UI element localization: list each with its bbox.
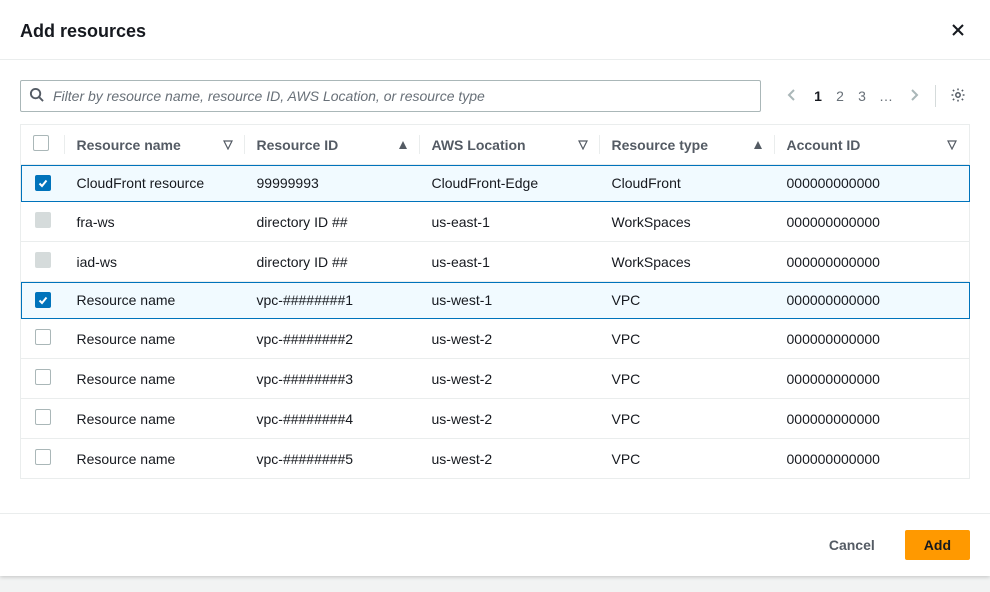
col-account-label[interactable]: Account ID xyxy=(787,137,861,153)
filter-icon[interactable] xyxy=(578,140,588,150)
table-row[interactable]: iad-wsdirectory ID ##us-east-1WorkSpaces… xyxy=(21,242,970,282)
row-checkbox xyxy=(35,252,51,268)
cell-location: us-west-2 xyxy=(420,439,600,479)
modal-header: Add resources xyxy=(0,0,990,60)
cell-name: Resource name xyxy=(65,359,245,399)
cell-type: CloudFront xyxy=(600,165,775,202)
row-checkbox[interactable] xyxy=(35,409,51,425)
cell-name: fra-ws xyxy=(65,202,245,242)
cell-location: us-west-2 xyxy=(420,359,600,399)
col-location-label[interactable]: AWS Location xyxy=(432,137,526,153)
add-button[interactable]: Add xyxy=(905,530,970,560)
cell-id: vpc-########4 xyxy=(245,399,420,439)
search-wrap xyxy=(20,80,761,112)
cell-type: VPC xyxy=(600,359,775,399)
row-checkbox[interactable] xyxy=(35,329,51,345)
pager-prev[interactable] xyxy=(781,84,803,109)
cell-location: CloudFront-Edge xyxy=(420,165,600,202)
cell-account: 000000000000 xyxy=(775,439,970,479)
cell-account: 000000000000 xyxy=(775,242,970,282)
table-row[interactable]: Resource namevpc-########4us-west-2VPC00… xyxy=(21,399,970,439)
sort-asc-icon[interactable] xyxy=(753,140,763,150)
col-id-label[interactable]: Resource ID xyxy=(257,137,339,153)
cell-location: us-west-1 xyxy=(420,282,600,319)
cancel-button[interactable]: Cancel xyxy=(811,531,893,559)
pager-page-1[interactable]: 1 xyxy=(807,84,829,108)
filter-icon[interactable] xyxy=(947,140,957,150)
toolbar: 123… xyxy=(20,80,970,112)
col-name-label[interactable]: Resource name xyxy=(77,137,181,153)
sort-asc-icon[interactable] xyxy=(398,140,408,150)
cell-type: VPC xyxy=(600,319,775,359)
cell-name: Resource name xyxy=(65,282,245,319)
cell-id: vpc-########2 xyxy=(245,319,420,359)
cell-account: 000000000000 xyxy=(775,202,970,242)
cell-id: vpc-########1 xyxy=(245,282,420,319)
table-row[interactable]: Resource namevpc-########1us-west-1VPC00… xyxy=(21,282,970,319)
cell-account: 000000000000 xyxy=(775,399,970,439)
cell-id: directory ID ## xyxy=(245,242,420,282)
cell-type: VPC xyxy=(600,282,775,319)
cell-account: 000000000000 xyxy=(775,319,970,359)
table-row[interactable]: Resource namevpc-########5us-west-2VPC00… xyxy=(21,439,970,479)
table-row[interactable]: Resource namevpc-########2us-west-2VPC00… xyxy=(21,319,970,359)
modal-footer: Cancel Add xyxy=(0,513,990,576)
cell-account: 000000000000 xyxy=(775,165,970,202)
cell-id: directory ID ## xyxy=(245,202,420,242)
cell-type: VPC xyxy=(600,439,775,479)
cell-type: VPC xyxy=(600,399,775,439)
search-input[interactable] xyxy=(20,80,761,112)
cell-location: us-west-2 xyxy=(420,319,600,359)
cell-account: 000000000000 xyxy=(775,282,970,319)
row-checkbox[interactable] xyxy=(35,292,51,308)
table-row[interactable]: CloudFront resource99999993CloudFront-Ed… xyxy=(21,165,970,202)
modal-body: 123… xyxy=(0,60,990,513)
separator xyxy=(935,85,936,107)
table-header-row: Resource name Resource ID xyxy=(21,125,970,165)
cell-name: CloudFront resource xyxy=(65,165,245,202)
pager-next[interactable] xyxy=(903,84,925,109)
cell-account: 000000000000 xyxy=(775,359,970,399)
cell-name: Resource name xyxy=(65,439,245,479)
modal-title: Add resources xyxy=(20,21,146,42)
col-type-label[interactable]: Resource type xyxy=(612,137,708,153)
cell-location: us-west-2 xyxy=(420,399,600,439)
close-icon xyxy=(950,26,966,41)
cell-name: Resource name xyxy=(65,399,245,439)
cell-location: us-east-1 xyxy=(420,202,600,242)
row-checkbox[interactable] xyxy=(35,369,51,385)
gear-icon xyxy=(950,91,966,106)
cell-id: 99999993 xyxy=(245,165,420,202)
pager: 123… xyxy=(781,83,970,110)
chevron-right-icon xyxy=(909,89,919,105)
cell-id: vpc-########5 xyxy=(245,439,420,479)
row-checkbox[interactable] xyxy=(35,175,51,191)
settings-button[interactable] xyxy=(946,83,970,110)
cell-location: us-east-1 xyxy=(420,242,600,282)
pager-page-…: … xyxy=(873,84,899,108)
cell-id: vpc-########3 xyxy=(245,359,420,399)
chevron-left-icon xyxy=(787,89,797,105)
cell-name: Resource name xyxy=(65,319,245,359)
close-button[interactable] xyxy=(946,18,970,45)
filter-icon[interactable] xyxy=(223,140,233,150)
row-checkbox xyxy=(35,212,51,228)
table-row[interactable]: Resource namevpc-########3us-west-2VPC00… xyxy=(21,359,970,399)
pager-page-2[interactable]: 2 xyxy=(829,84,851,108)
row-checkbox[interactable] xyxy=(35,449,51,465)
cell-type: WorkSpaces xyxy=(600,202,775,242)
cell-name: iad-ws xyxy=(65,242,245,282)
pager-page-3[interactable]: 3 xyxy=(851,84,873,108)
add-resources-modal: Add resources xyxy=(0,0,990,576)
resources-table: Resource name Resource ID xyxy=(20,124,970,479)
select-all-checkbox[interactable] xyxy=(33,135,49,151)
cell-type: WorkSpaces xyxy=(600,242,775,282)
table-row[interactable]: fra-wsdirectory ID ##us-east-1WorkSpaces… xyxy=(21,202,970,242)
